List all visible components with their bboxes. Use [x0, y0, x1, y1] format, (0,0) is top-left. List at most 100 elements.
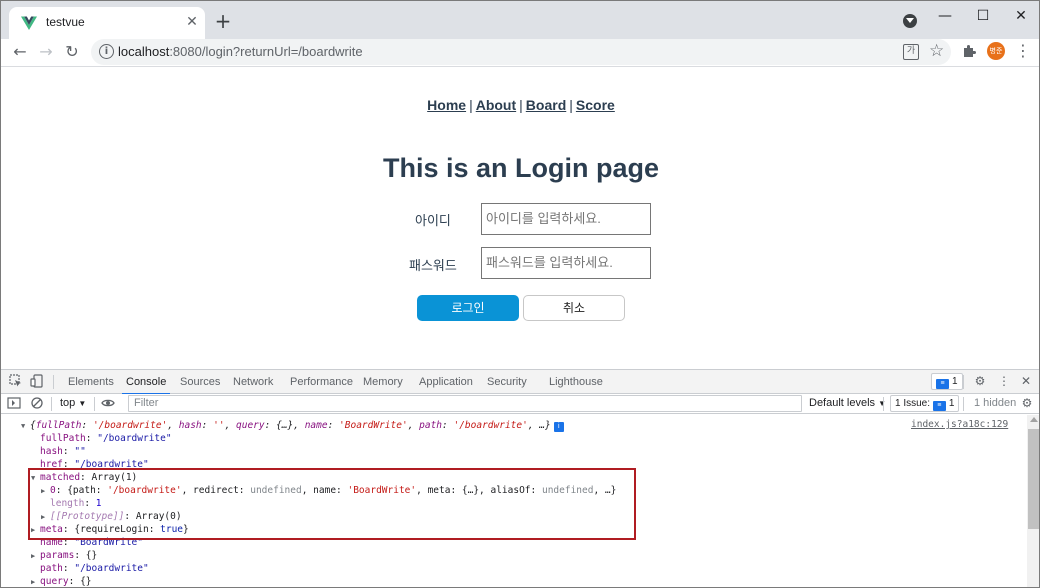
login-button[interactable]: 로그인 — [417, 295, 519, 321]
extensions-puzzle-icon[interactable] — [961, 43, 977, 59]
log-levels-label: Default levels — [809, 397, 876, 409]
login-page: Home | About | Board | Score This is an Login … — [1, 67, 1039, 369]
password-input[interactable]: 패스워드를 입력하세요. — [481, 247, 651, 279]
minimize-button[interactable]: — — [930, 5, 960, 27]
tab-elements[interactable]: Elements — [68, 376, 114, 388]
url-text[interactable]: localhost:8080/login?returnUrl=/boardwri… — [118, 44, 363, 59]
console-filter-input[interactable]: Filter — [128, 395, 802, 412]
url-path: :8080/login?returnUrl=/boardwrite — [169, 44, 363, 59]
live-expression-eye-icon[interactable] — [101, 397, 115, 411]
hidden-count: 1 hidden — [974, 397, 1017, 409]
translate-icon[interactable]: 가 — [903, 44, 919, 60]
nav-separator: | — [519, 97, 523, 113]
page-title: This is an Login page — [382, 153, 660, 183]
nav-score-link[interactable]: Score — [576, 97, 615, 113]
browser-toolbar: ← → ↻ i localhost:8080/login?returnUrl=/… — [1, 39, 1039, 65]
nav-about-link[interactable]: About — [476, 97, 516, 113]
id-label: 아이디 — [415, 213, 451, 228]
tab-sources[interactable]: Sources — [180, 376, 220, 388]
window-close-button[interactable]: ✕ — [1006, 5, 1036, 27]
property-row-meta[interactable]: ▶ meta: {requireLogin: true} — [31, 523, 189, 536]
collapse-triangle-icon[interactable]: ▶ — [41, 485, 50, 498]
url-host: localhost — [118, 44, 170, 59]
tab-network[interactable]: Network — [233, 376, 273, 388]
browser-window: testvue ✕ + — ☐ ✕ ← → ↻ i localhost:8080… — [0, 0, 1040, 588]
expand-triangle-icon[interactable]: ▼ — [21, 420, 30, 433]
tab-performance[interactable]: Performance — [290, 376, 353, 388]
site-info-icon[interactable]: i — [99, 44, 114, 59]
tab-strip: testvue ✕ + — ☐ ✕ — [1, 1, 1039, 39]
tab-close-icon[interactable]: ✕ — [183, 13, 201, 31]
tab-console[interactable]: Console — [121, 376, 171, 395]
maximize-button[interactable]: ☐ — [968, 5, 998, 27]
tab-title: testvue — [46, 15, 85, 29]
inspect-element-icon[interactable] — [9, 374, 23, 388]
nav-home-link[interactable]: Home — [427, 97, 466, 113]
device-toolbar-icon[interactable] — [30, 374, 44, 388]
toolbar-separator — [883, 397, 884, 411]
property-row-matched[interactable]: ▼ matched: Array(1) — [31, 471, 137, 484]
issues-button[interactable]: 1 Issue: ≡ 1 — [890, 395, 960, 412]
cancel-button[interactable]: 취소 — [523, 295, 625, 321]
source-link[interactable]: index.js?a18c:129 — [911, 419, 1008, 430]
property-row: length: 1 — [50, 498, 102, 509]
tab-lighthouse[interactable]: Lighthouse — [549, 376, 603, 388]
log-levels-dropdown[interactable]: Default levels ▼ — [809, 397, 886, 409]
tab-testvue[interactable]: testvue ✕ — [9, 7, 205, 39]
property-row: fullPath: "/boardwrite" — [40, 433, 172, 444]
password-label: 패스워드 — [409, 258, 457, 273]
reload-icon[interactable]: ↻ — [61, 41, 83, 63]
new-tab-button[interactable]: + — [213, 11, 233, 31]
property-row-matched-0[interactable]: ▶ 0: {path: '/boardwrite', redirect: unde… — [41, 484, 616, 497]
toolbar-separator — [53, 375, 54, 389]
nav-board-link[interactable]: Board — [526, 97, 566, 113]
issue-flag-icon: ≡ — [932, 401, 946, 411]
console-filter-bar: top ▼ Filter Default levels ▼ 1 Issue: ≡… — [1, 394, 1039, 414]
devtools-settings-gear-icon[interactable]: ⚙ — [973, 374, 987, 388]
object-summary: {fullPath: '/boardwrite', hash: '', quer… — [30, 420, 551, 431]
console-log-entry[interactable]: ▼ {fullPath: '/boardwrite', hash: '', que… — [21, 419, 564, 432]
scrollbar-thumb[interactable] — [1028, 429, 1039, 529]
tab-security[interactable]: Security — [487, 376, 527, 388]
sidebar-toggle-icon[interactable] — [7, 397, 21, 411]
expand-triangle-icon[interactable]: ▼ — [31, 472, 40, 485]
top-nav: Home | About | Board | Score — [1, 97, 1039, 113]
id-input[interactable]: 아이디를 입력하세요. — [481, 203, 651, 235]
back-arrow-icon[interactable]: ← — [9, 41, 31, 63]
messages-count: 1 — [952, 376, 958, 387]
messages-badge[interactable]: ≡ 1 — [931, 373, 963, 390]
console-settings-gear-icon[interactable]: ⚙ — [1020, 396, 1034, 410]
context-selector[interactable]: top ▼ — [60, 397, 86, 409]
property-row: path: "/boardwrite" — [40, 563, 149, 574]
clear-console-icon[interactable] — [30, 397, 44, 411]
info-icon[interactable]: i — [553, 422, 564, 432]
property-row-params[interactable]: ▶ params: {} — [31, 549, 97, 562]
tab-memory[interactable]: Memory — [363, 376, 403, 388]
scroll-up-arrow-icon[interactable] — [1030, 417, 1038, 422]
message-flag-icon: ≡ — [936, 379, 949, 389]
console-output: ▼ {fullPath: '/boardwrite', hash: '', que… — [1, 415, 1027, 587]
issues-label: 1 Issue: — [895, 398, 931, 409]
devtools-tab-bar: Elements Console Sources Network Perform… — [1, 369, 1039, 395]
property-row-query[interactable]: ▶ query: {} — [31, 575, 92, 587]
collapse-triangle-icon[interactable]: ▶ — [31, 550, 40, 563]
context-label: top — [60, 397, 76, 409]
toolbar-separator — [963, 397, 964, 411]
toolbar-separator — [51, 397, 52, 411]
property-row: hash: "" — [40, 446, 86, 457]
bookmark-star-icon[interactable]: ☆ — [929, 41, 944, 61]
devtools-menu-icon[interactable]: ⋮ — [997, 374, 1011, 388]
profile-avatar[interactable]: 병준 — [987, 42, 1005, 60]
property-row-prototype[interactable]: ▶ [[Prototype]]: Array(0) — [41, 510, 182, 523]
tab-application[interactable]: Application — [419, 376, 473, 388]
collapse-triangle-icon[interactable]: ▶ — [31, 576, 40, 587]
property-row: name: "BoardWrite" — [40, 537, 143, 548]
toolbar-separator — [963, 375, 964, 389]
devtools-close-icon[interactable]: ✕ — [1019, 374, 1033, 388]
tab-search-icon[interactable] — [903, 14, 917, 28]
collapse-triangle-icon[interactable]: ▶ — [31, 524, 40, 537]
forward-arrow-icon[interactable]: → — [35, 41, 57, 63]
browser-menu-icon[interactable]: ⋮ — [1015, 42, 1031, 60]
vue-logo-icon — [21, 16, 37, 30]
address-bar[interactable]: i localhost:8080/login?returnUrl=/boardw… — [91, 39, 951, 65]
